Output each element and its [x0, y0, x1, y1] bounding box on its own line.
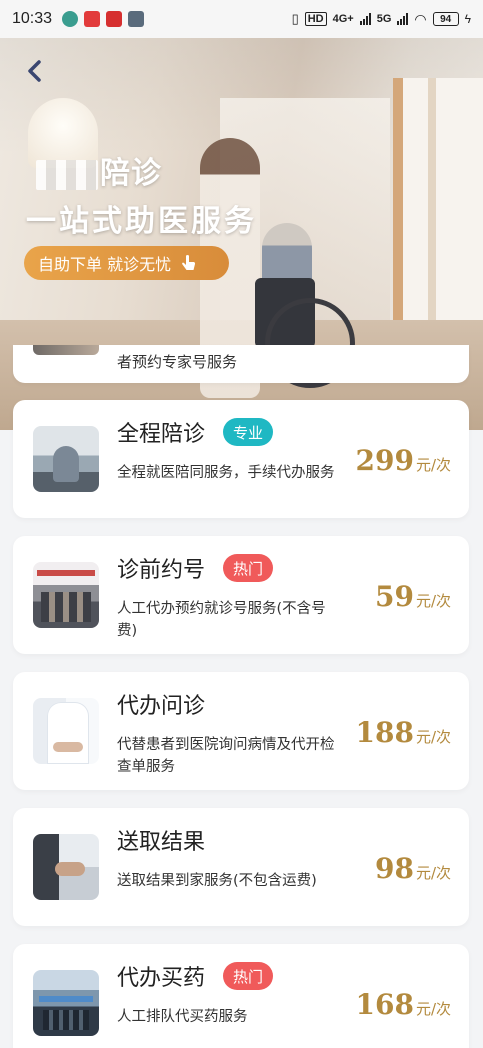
service-price: 168 元/次: [355, 988, 451, 1021]
signal-icon: [359, 13, 371, 25]
brand-name-blurred: [36, 159, 98, 190]
partial-card-desc: 者预约专家号服务: [117, 353, 238, 371]
service-card-results-delivery[interactable]: 送取结果 送取结果到家服务(不包含运费) 98 元/次: [13, 808, 469, 926]
service-desc: 代替患者到医院询问病情及代开检查单服务: [117, 737, 335, 775]
status-indicators: ▯ HD 4G+ 5G ◠ 94 ϟ: [292, 11, 471, 28]
service-title: 全程陪诊: [117, 422, 206, 447]
tag-badge: 专业: [223, 418, 274, 446]
wifi-icon: ◠: [414, 10, 427, 27]
tag-badge: 热门: [223, 554, 274, 582]
price-number: 168: [355, 988, 414, 1021]
signal-icon-2: [397, 13, 409, 25]
5g-label: 5G: [376, 13, 392, 25]
service-desc: 人工代办预约就诊号服务(不含号费): [117, 601, 326, 639]
tap-hand-icon: [182, 254, 196, 270]
price-number: 299: [355, 444, 414, 477]
price-number: 59: [374, 580, 414, 613]
clover-app-icon: [62, 11, 79, 27]
partial-thumb: [33, 345, 99, 355]
status-time: 10:33: [12, 10, 53, 27]
price-unit: 元/次: [415, 592, 451, 610]
red-app-icon: [84, 11, 101, 27]
4g-label: 4G+: [332, 13, 354, 25]
chevron-left-icon: [28, 60, 41, 82]
charging-icon: ϟ: [464, 12, 471, 26]
service-price: 98 元/次: [375, 852, 451, 885]
status-bar: 10:33 ▯ HD 4G+ 5G ◠ 94 ϟ: [0, 0, 483, 38]
hero-subtitle: 一站式助医服务: [26, 204, 257, 239]
service-title: 代办买药: [117, 966, 206, 991]
price-unit: 元/次: [415, 864, 451, 882]
price-unit: 元/次: [415, 728, 451, 746]
self-order-pill[interactable]: 自助下单 就诊无忧: [24, 246, 229, 280]
service-title: 送取结果: [117, 830, 206, 855]
hero-brand-suffix: 陪诊: [100, 156, 162, 191]
hero-title: 陪诊: [36, 148, 162, 192]
k-app-icon: [128, 11, 145, 27]
service-card-appointment[interactable]: 诊前约号 热门 人工代办预约就诊号服务(不含号费) 59 元/次: [13, 536, 469, 654]
price-number: 188: [355, 716, 414, 749]
service-price: 188 元/次: [355, 716, 451, 749]
price-unit: 元/次: [415, 1000, 451, 1018]
hd-badge: HD: [304, 12, 327, 26]
service-card-proxy-consult[interactable]: 代办问诊 代替患者到医院询问病情及代开检查单服务 188 元/次: [13, 672, 469, 790]
pill-text: 自助下单 就诊无忧: [38, 255, 172, 274]
vibrate-icon: ▯: [291, 11, 299, 26]
pharmacy-photo: [33, 970, 99, 1036]
service-title: 诊前约号: [117, 558, 206, 583]
handover-photo: [33, 834, 99, 900]
service-desc: 全程就医陪同服务，手续代办服务: [117, 465, 335, 481]
partial-service-card[interactable]: 者预约专家号服务: [13, 345, 469, 383]
price-unit: 元/次: [415, 456, 451, 474]
tag-badge: 热门: [223, 962, 274, 990]
service-price: 59 元/次: [375, 580, 451, 613]
service-desc: 送取结果到家服务(不包含运费): [117, 873, 317, 889]
service-price: 299 元/次: [355, 444, 451, 477]
hospital-hall-photo: [33, 562, 99, 628]
doctor-photo: [33, 698, 99, 764]
service-card-buy-medicine[interactable]: 代办买药 热门 人工排队代买药服务 168 元/次: [13, 944, 469, 1048]
service-desc: 人工排队代买药服务: [117, 1009, 248, 1025]
red-app-icon-2: [106, 11, 123, 27]
wheelchair-photo: [33, 426, 99, 492]
back-button[interactable]: [22, 58, 48, 84]
service-card-full-escort[interactable]: 全程陪诊 专业 全程就医陪同服务，手续代办服务 299 元/次: [13, 400, 469, 518]
price-number: 98: [374, 852, 414, 885]
battery-icon: 94: [432, 12, 459, 26]
service-title: 代办问诊: [117, 694, 206, 719]
